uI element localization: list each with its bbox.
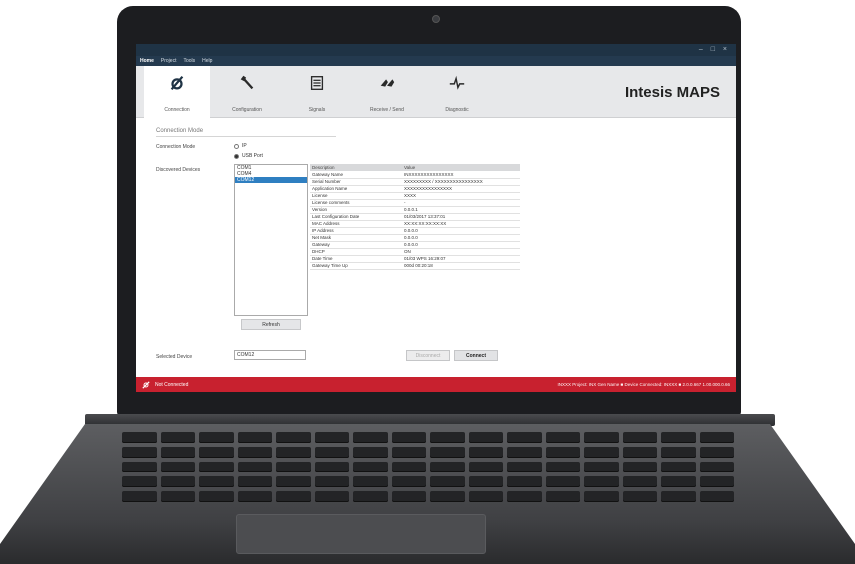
- table-row: MAC Address XX:XX:XX:XX:XX:XX: [310, 220, 520, 228]
- tab-signals[interactable]: Signals: [284, 66, 350, 118]
- cell-description: MAC Address: [310, 220, 402, 228]
- cell-description: License: [310, 192, 402, 200]
- menu-project[interactable]: Project: [161, 58, 177, 64]
- section-title: Connection Mode: [156, 128, 204, 134]
- cell-description: Version: [310, 206, 402, 214]
- radio-usb[interactable]: USB Port: [234, 153, 263, 159]
- table-row: IP Address 0.0.0.0: [310, 227, 520, 235]
- disconnect-button[interactable]: Disconnect: [406, 350, 450, 361]
- tab-signals-label: Signals: [308, 107, 326, 113]
- cell-value: ON: [402, 248, 520, 256]
- cell-value: XXXXXXXXXXXXXXXX: [402, 185, 520, 193]
- brand-logo: Intesis MAPS: [624, 84, 720, 101]
- table-row: Date Time 01/03 WPS 16:29:07: [310, 255, 520, 263]
- cell-value: XXXX: [402, 192, 520, 200]
- cell-value: 0.0.0.0: [402, 227, 520, 235]
- tab-configuration-label: Configuration: [232, 107, 262, 113]
- title-bar: – □ ×: [136, 44, 736, 56]
- table-row: Gateway Name INXXXXXXXXXXXXXXX: [310, 171, 520, 179]
- cell-value: 0.0.0.1: [402, 206, 520, 214]
- keyboard: [112, 428, 744, 506]
- menu-help[interactable]: Help: [202, 58, 212, 64]
- list-icon: [310, 76, 324, 90]
- discovered-devices-list[interactable]: COM1 COM4 COM12: [234, 164, 308, 316]
- cell-value: XXXXXXXXX / XXXXXXXXXXXXXXXX: [402, 178, 520, 186]
- table-row: Net Mask 0.0.0.0: [310, 234, 520, 242]
- radio-usb-circle[interactable]: [234, 153, 239, 159]
- tab-connection-label: Connection: [164, 107, 190, 113]
- radio-ip[interactable]: IP: [234, 143, 247, 149]
- tab-diagnostic-label: Diagnostic: [445, 107, 469, 113]
- touchpad: [236, 514, 486, 554]
- cell-description: IP Address: [310, 227, 402, 235]
- device-properties-table: Description Value Gateway Name INXXXXXXXX…: [310, 164, 520, 270]
- cell-description: Gateway Time Up: [310, 262, 402, 270]
- cell-value: 0.0.0.0: [402, 234, 520, 242]
- cell-description: DHCP: [310, 248, 402, 256]
- ribbon-toolbar: Connection Configuration Signals Receive…: [136, 66, 736, 118]
- cell-description: Date Time: [310, 255, 402, 263]
- table-row: Gateway 0.0.0.0: [310, 241, 520, 249]
- connection-mode-label: Connection Mode: [156, 144, 196, 150]
- tab-receive-send[interactable]: Receive / Send: [354, 66, 420, 118]
- connection-icon: [170, 75, 184, 91]
- table-row: Application Name XXXXXXXXXXXXXXXX: [310, 185, 520, 193]
- cell-description: Last Configuration Date: [310, 213, 402, 221]
- tab-connection[interactable]: Connection: [144, 66, 210, 118]
- transfer-icon: [380, 79, 395, 87]
- divider: [156, 136, 336, 137]
- radio-usb-label: USB Port: [242, 153, 263, 159]
- window-controls[interactable]: – □ ×: [699, 46, 730, 53]
- cell-value: 0.0.0.0: [402, 241, 520, 249]
- selected-device-field[interactable]: COM12: [234, 350, 306, 360]
- cell-description: Application Name: [310, 185, 402, 193]
- app-window: – □ × Home Project Tools Help Connection…: [136, 44, 736, 392]
- cell-value: 01/03 WPS 16:29:07: [402, 255, 520, 263]
- cell-value: 01/03/2017 13:37:01: [402, 213, 520, 221]
- selected-device-label: Selected Device: [156, 354, 193, 360]
- table-row: License XXXX: [310, 192, 520, 200]
- cell-description: Gateway: [310, 241, 402, 249]
- diagnostic-icon: [449, 75, 465, 90]
- radio-ip-circle[interactable]: [234, 143, 239, 149]
- table-row: Serial Number XXXXXXXXX / XXXXXXXXXXXXXXX…: [310, 178, 520, 186]
- tab-configuration[interactable]: Configuration: [214, 66, 280, 118]
- tab-receive-send-label: Receive / Send: [370, 107, 404, 113]
- connect-button[interactable]: Connect: [454, 350, 498, 361]
- column-value: Value: [402, 164, 520, 171]
- radio-ip-label: IP: [242, 143, 247, 149]
- table-row: Gateway Time Up 000d 00:20:18: [310, 262, 520, 270]
- cell-value: -: [402, 199, 520, 207]
- table-row: DHCP ON: [310, 248, 520, 256]
- cell-description: License comments: [310, 199, 402, 207]
- menu-bar: Home Project Tools Help: [136, 56, 736, 66]
- cell-value: 000d 00:20:18: [402, 262, 520, 270]
- table-row: Version 0.0.0.1: [310, 206, 520, 214]
- table-row: License comments -: [310, 199, 520, 207]
- status-text: Not Connected: [155, 381, 189, 388]
- menu-home[interactable]: Home: [140, 58, 154, 64]
- cell-description: Serial Number: [310, 178, 402, 186]
- disconnected-icon: [142, 380, 150, 389]
- cell-description: Gateway Name: [310, 171, 402, 179]
- refresh-button[interactable]: Refresh: [241, 319, 301, 330]
- discovered-devices-label: Discovered Devices: [156, 167, 201, 173]
- column-description: Description: [310, 164, 402, 171]
- tab-diagnostic[interactable]: Diagnostic: [424, 66, 490, 118]
- table-header: Description Value: [310, 164, 520, 171]
- status-bar: Not Connected INXXX Project: INX Gen Nam…: [136, 377, 736, 392]
- status-info: INXXX Project: INX Gen Name ■ Device Con…: [557, 382, 730, 387]
- cell-description: Net Mask: [310, 234, 402, 242]
- webcam: [432, 15, 440, 23]
- menu-tools[interactable]: Tools: [183, 58, 195, 64]
- cell-value: INXXXXXXXXXXXXXXX: [402, 171, 520, 179]
- wrench-icon: [240, 75, 254, 90]
- cell-value: XX:XX:XX:XX:XX:XX: [402, 220, 520, 228]
- table-row: Last Configuration Date 01/03/2017 13:37:…: [310, 213, 520, 221]
- list-item-selected[interactable]: COM12: [235, 177, 307, 183]
